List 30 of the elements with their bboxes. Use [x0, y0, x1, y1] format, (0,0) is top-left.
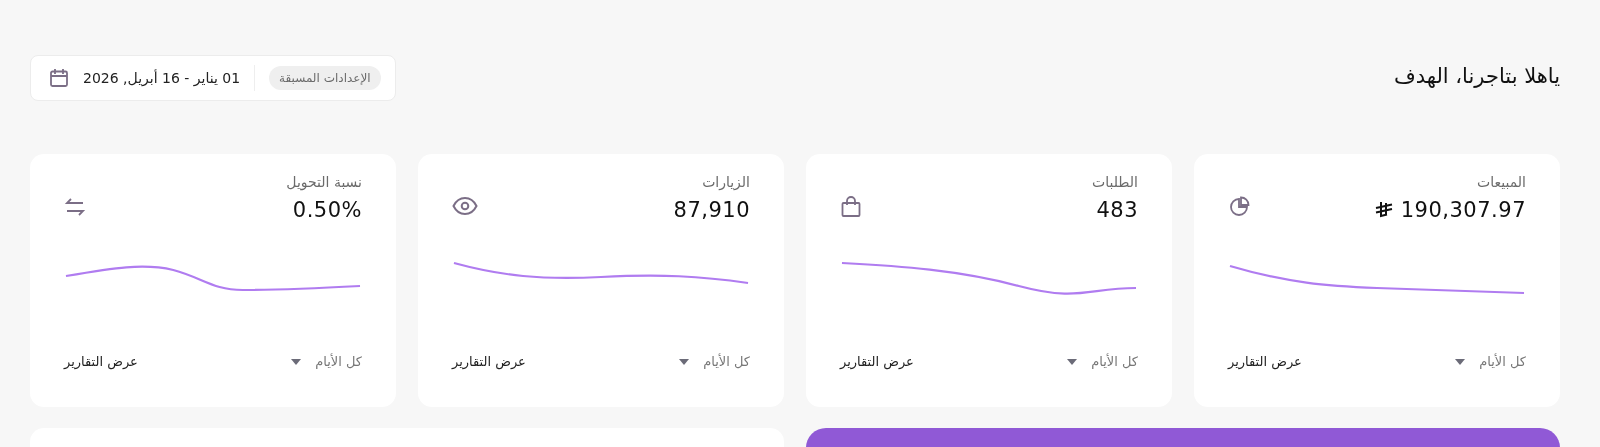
caret-icon — [291, 358, 302, 365]
page-title: ياهلا بتاجرنا، الهدف — [1393, 64, 1560, 88]
stat-value: 0.50% — [292, 198, 362, 222]
calendar-icon — [49, 68, 69, 88]
period-dropdown[interactable]: كل الأيام — [291, 354, 362, 369]
period-dropdown[interactable]: كل الأيام — [1067, 354, 1138, 369]
currency-icon — [1374, 201, 1393, 219]
view-reports-link[interactable]: عرض التقارير — [64, 354, 138, 369]
swap-arrows-icon — [64, 196, 86, 218]
stat-label: الطلبات — [1092, 174, 1138, 190]
date-range-text: 01 يناير - 16 أبريل, 2026 — [83, 70, 241, 86]
presets-chip[interactable]: الإعدادات المسبقة — [269, 66, 381, 90]
stat-value: 87,910 — [673, 198, 750, 222]
pie-chart-icon — [1228, 196, 1250, 218]
caret-icon — [1067, 358, 1078, 365]
caret-icon — [679, 358, 690, 365]
eye-icon — [452, 196, 478, 216]
period-dropdown[interactable]: كل الأيام — [1455, 354, 1526, 369]
caret-icon — [1455, 358, 1466, 365]
stat-label: نسبة التحويل — [286, 174, 362, 190]
stat-label: المبيعات — [1476, 174, 1526, 190]
stat-label: الزيارات — [701, 174, 750, 190]
period-dropdown[interactable]: كل الأيام — [679, 354, 750, 369]
view-reports-link[interactable]: عرض التقارير — [1228, 354, 1302, 369]
view-reports-link[interactable]: عرض التقارير — [840, 354, 914, 369]
stat-value: 483 — [1096, 198, 1138, 222]
view-reports-link[interactable]: عرض التقارير — [452, 354, 526, 369]
stat-value: 190,307.97 — [1400, 198, 1526, 222]
shopping-bag-icon — [840, 196, 862, 218]
date-range-picker[interactable]: الإعدادات المسبقة 01 يناير - 16 أبريل, 2026 — [30, 55, 396, 101]
